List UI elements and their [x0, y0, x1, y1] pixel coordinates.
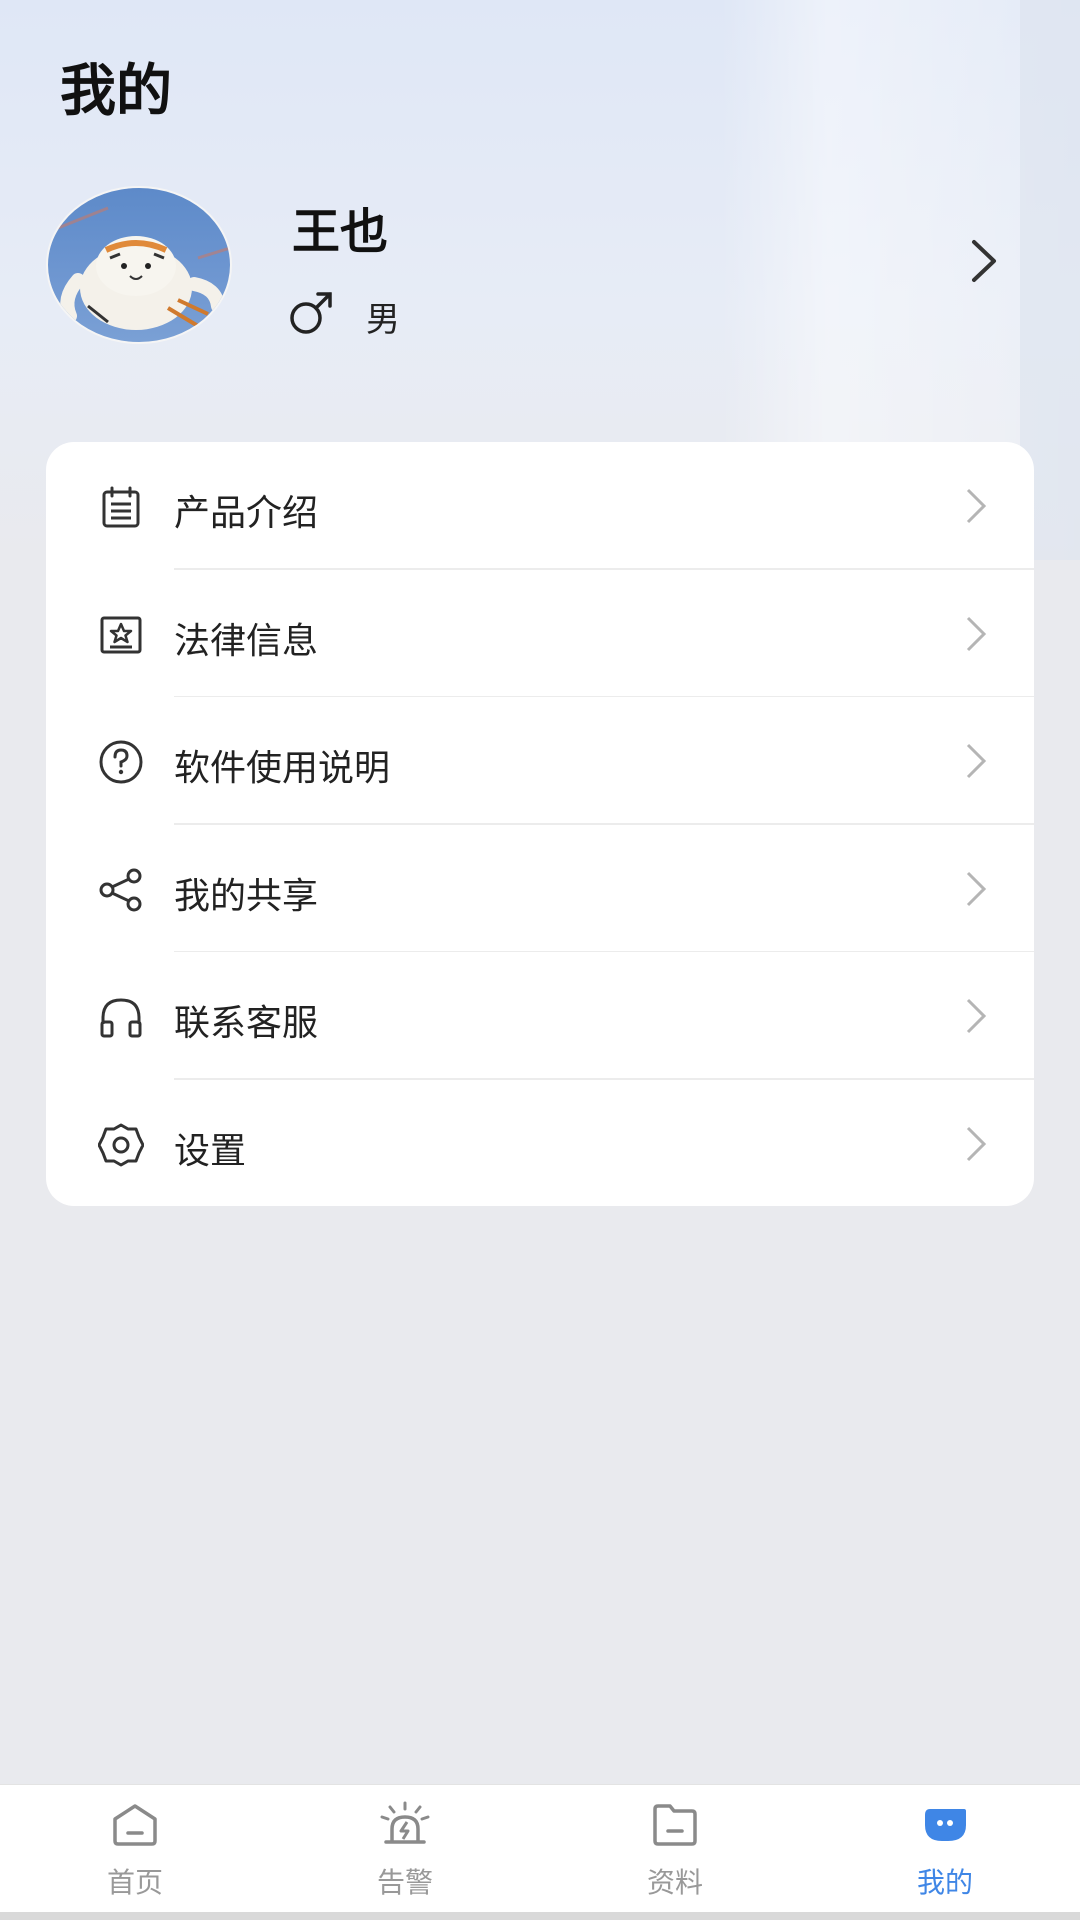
avatar[interactable] [46, 186, 232, 344]
chevron-right-icon [964, 741, 988, 781]
male-icon [288, 290, 334, 336]
tab-mine[interactable]: 我的 [810, 1785, 1080, 1920]
menu-item-label: 我的共享 [174, 875, 319, 917]
chevron-right-icon [964, 996, 988, 1036]
gender-label: 男 [366, 300, 400, 340]
share-icon [98, 867, 144, 913]
tab-label: 告警 [376, 1866, 433, 1899]
menu-item-legal-info[interactable]: 法律信息 [46, 570, 1034, 697]
bottom-tab-bar: 首页 告警 资料 我的 [0, 1784, 1080, 1920]
chevron-right-icon [964, 1124, 988, 1164]
menu-item-settings[interactable]: 设置 [46, 1080, 1034, 1208]
menu-item-label: 产品介绍 [174, 493, 319, 534]
menu-item-product-intro[interactable]: 产品介绍 [46, 442, 1034, 570]
screen: 我的 王也 男 产品介绍 法律信息 软件使用说明 我的共享 联系客服 设置 首页… [0, 0, 1080, 1920]
tab-label: 首页 [106, 1866, 163, 1899]
help-circle-icon [98, 739, 144, 785]
folder-icon [650, 1801, 700, 1847]
tab-label: 资料 [646, 1866, 703, 1899]
alarm-icon [380, 1801, 430, 1847]
menu-item-label: 软件使用说明 [174, 748, 391, 789]
menu-item-label: 法律信息 [174, 620, 319, 662]
tab-home[interactable]: 首页 [0, 1785, 270, 1920]
menu-item-my-share[interactable]: 我的共享 [46, 825, 1034, 952]
tab-alarm[interactable]: 告警 [270, 1785, 540, 1920]
profile-chat-icon [920, 1801, 970, 1847]
page-title: 我的 [60, 59, 172, 124]
certificate-icon [98, 612, 144, 658]
chevron-right-icon [964, 614, 988, 654]
menu-item-customer-service[interactable]: 联系客服 [46, 952, 1034, 1080]
chevron-right-icon[interactable] [968, 238, 1000, 284]
tab-documents[interactable]: 资料 [540, 1785, 810, 1920]
gear-icon [97, 1122, 145, 1168]
menu-item-label: 设置 [174, 1130, 247, 1172]
chevron-right-icon [964, 869, 988, 909]
tab-label: 我的 [916, 1866, 973, 1899]
chevron-right-icon [964, 486, 988, 526]
home-icon [110, 1801, 160, 1847]
headset-icon [98, 994, 144, 1040]
menu-item-label: 联系客服 [174, 1003, 319, 1044]
menu-item-user-guide[interactable]: 软件使用说明 [46, 697, 1034, 825]
user-name: 王也 [292, 204, 389, 260]
home-indicator [0, 1912, 1080, 1920]
clipboard-icon [98, 484, 144, 530]
menu-card: 产品介绍 法律信息 软件使用说明 我的共享 联系客服 设置 [46, 442, 1034, 1206]
profile-card[interactable]: 王也 男 [0, 180, 1080, 350]
